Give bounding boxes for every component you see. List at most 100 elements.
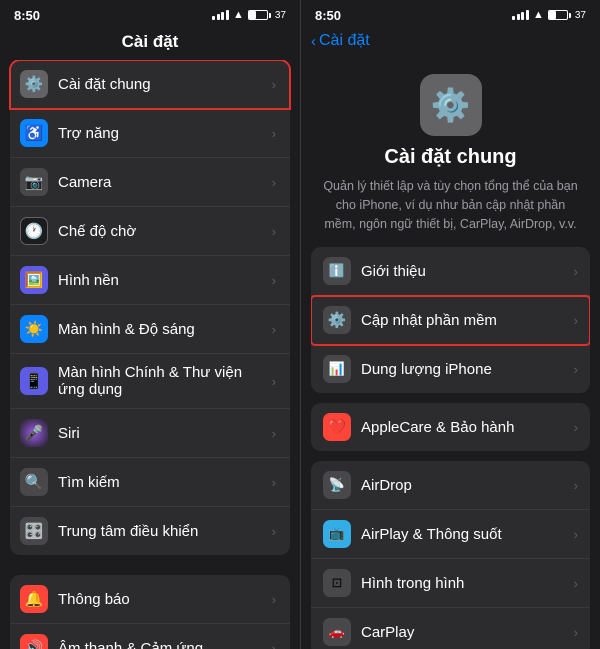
settings-item-wallpaper[interactable]: 🖼️ Hình nền ›: [10, 256, 290, 305]
right-item-about[interactable]: ℹ️ Giới thiệu ›: [311, 247, 590, 296]
standby-icon: 🕐: [20, 217, 48, 245]
right-item-pip[interactable]: ⊡ Hình trong hình ›: [311, 559, 590, 608]
left-battery-pct: 37: [275, 10, 286, 21]
right-battery-icon: [548, 10, 571, 20]
settings-item-controlcenter[interactable]: 🎛️ Trung tâm điều khiển ›: [10, 507, 290, 555]
right-item-storage[interactable]: 📊 Dung lượng iPhone ›: [311, 345, 590, 393]
homescreen-icon: 📱: [20, 367, 48, 395]
settings-item-display[interactable]: ☀️ Màn hình & Độ sáng ›: [10, 305, 290, 354]
right-status-icons: ▲ 37: [512, 9, 586, 21]
general-label: Cài đặt chung: [58, 76, 268, 93]
controlcenter-chevron: ›: [272, 524, 276, 539]
left-section-0: ⚙️ Cài đặt chung › ♿ Trợ năng › 📷 Camera…: [10, 60, 290, 555]
display-label: Màn hình & Độ sáng: [58, 321, 268, 338]
hero-icon: ⚙️: [420, 74, 482, 136]
settings-item-standby[interactable]: 🕐 Chế độ chờ ›: [10, 207, 290, 256]
notifications-chevron: ›: [272, 592, 276, 607]
right-battery-pct: 37: [575, 10, 586, 21]
pip-label: Hình trong hình: [361, 575, 574, 592]
right-panel: 8:50 ▲ 37 ‹ Cài đặt ⚙️ Cài đặt chung Quả…: [300, 0, 600, 649]
accessibility-chevron: ›: [272, 126, 276, 141]
applecare-label: AppleCare & Bảo hành: [361, 419, 574, 436]
signal-icon: [212, 10, 229, 20]
right-item-carplay[interactable]: 🚗 CarPlay ›: [311, 608, 590, 649]
siri-chevron: ›: [272, 426, 276, 441]
standby-label: Chế độ chờ: [58, 223, 268, 240]
carplay-icon: 🚗: [323, 618, 351, 646]
settings-item-search[interactable]: 🔍 Tìm kiếm ›: [10, 458, 290, 507]
left-panel: 8:50 ▲ 37 Cài đặt ⚙️: [0, 0, 300, 649]
wifi-icon: ▲: [233, 9, 244, 21]
right-time: 8:50: [315, 8, 341, 23]
storage-icon: 📊: [323, 355, 351, 383]
search-label: Tìm kiếm: [58, 474, 268, 491]
softwareupdate-label: Cập nhật phần mềm: [361, 312, 574, 329]
battery-icon: [248, 10, 271, 20]
settings-item-notifications[interactable]: 🔔 Thông báo ›: [10, 575, 290, 624]
about-icon: ℹ️: [323, 257, 351, 285]
notifications-icon: 🔔: [20, 585, 48, 613]
about-label: Giới thiệu: [361, 263, 574, 280]
airdrop-icon: 📡: [323, 471, 351, 499]
right-settings-list: ℹ️ Giới thiệu › ⚙️ Cập nhật phần mềm › 📊…: [301, 243, 600, 649]
right-status-bar: 8:50 ▲ 37: [301, 0, 600, 28]
back-button[interactable]: ‹ Cài đặt: [301, 28, 600, 56]
right-group-2: 📡 AirDrop › 📺 AirPlay & Thông suốt › ⊡ H…: [311, 461, 590, 649]
right-wifi-icon: ▲: [533, 9, 544, 21]
left-group-1: 🔔 Thông báo › 🔊 Âm thanh & Cảm ứng › 🌙 T…: [0, 575, 300, 649]
left-title: Cài đặt: [122, 32, 179, 51]
right-group-1: ❤️ AppleCare & Bảo hành ›: [311, 403, 590, 451]
search-icon: 🔍: [20, 468, 48, 496]
settings-item-general[interactable]: ⚙️ Cài đặt chung ›: [10, 60, 290, 109]
softwareupdate-chevron: ›: [574, 313, 578, 328]
general-icon: ⚙️: [20, 70, 48, 98]
back-label: Cài đặt: [319, 32, 370, 50]
wallpaper-icon: 🖼️: [20, 266, 48, 294]
right-signal-icon: [512, 10, 529, 20]
airdrop-chevron: ›: [574, 478, 578, 493]
accessibility-icon: ♿: [20, 119, 48, 147]
pip-icon: ⊡: [323, 569, 351, 597]
storage-label: Dung lượng iPhone: [361, 361, 574, 378]
settings-item-accessibility[interactable]: ♿ Trợ năng ›: [10, 109, 290, 158]
storage-chevron: ›: [574, 362, 578, 377]
general-chevron: ›: [272, 77, 276, 92]
left-time: 8:50: [14, 8, 40, 23]
left-section-1: 🔔 Thông báo › 🔊 Âm thanh & Cảm ứng › 🌙 T…: [10, 575, 290, 649]
settings-item-siri[interactable]: 🎤 Siri ›: [10, 409, 290, 458]
airplay-icon: 📺: [323, 520, 351, 548]
left-settings-list: ⚙️ Cài đặt chung › ♿ Trợ năng › 📷 Camera…: [0, 60, 300, 649]
sound-label: Âm thanh & Cảm ứng: [58, 640, 268, 649]
settings-item-camera[interactable]: 📷 Camera ›: [10, 158, 290, 207]
sound-chevron: ›: [272, 641, 276, 649]
airdrop-label: AirDrop: [361, 477, 574, 494]
right-item-softwareupdate[interactable]: ⚙️ Cập nhật phần mềm ›: [311, 296, 590, 345]
right-item-airplay[interactable]: 📺 AirPlay & Thông suốt ›: [311, 510, 590, 559]
camera-chevron: ›: [272, 175, 276, 190]
camera-label: Camera: [58, 174, 268, 191]
search-chevron: ›: [272, 475, 276, 490]
homescreen-label: Màn hình Chính & Thư viện ứng dụng: [58, 364, 268, 398]
settings-item-sound[interactable]: 🔊 Âm thanh & Cảm ứng ›: [10, 624, 290, 649]
left-status-bar: 8:50 ▲ 37: [0, 0, 300, 28]
left-page-header: Cài đặt: [0, 28, 300, 60]
right-hero: ⚙️ Cài đặt chung Quản lý thiết lập và tù…: [301, 56, 600, 243]
display-icon: ☀️: [20, 315, 48, 343]
right-item-applecare[interactable]: ❤️ AppleCare & Bảo hành ›: [311, 403, 590, 451]
controlcenter-label: Trung tâm điều khiển: [58, 523, 268, 540]
siri-label: Siri: [58, 425, 268, 442]
wallpaper-chevron: ›: [272, 273, 276, 288]
back-chevron-icon: ‹: [311, 33, 316, 50]
siri-icon: 🎤: [20, 419, 48, 447]
hero-title: Cài đặt chung: [384, 146, 516, 169]
about-chevron: ›: [574, 264, 578, 279]
carplay-label: CarPlay: [361, 624, 574, 641]
display-chevron: ›: [272, 322, 276, 337]
airplay-label: AirPlay & Thông suốt: [361, 526, 574, 543]
softwareupdate-icon: ⚙️: [323, 306, 351, 334]
camera-icon: 📷: [20, 168, 48, 196]
pip-chevron: ›: [574, 576, 578, 591]
settings-item-homescreen[interactable]: 📱 Màn hình Chính & Thư viện ứng dụng ›: [10, 354, 290, 409]
carplay-chevron: ›: [574, 625, 578, 640]
right-item-airdrop[interactable]: 📡 AirDrop ›: [311, 461, 590, 510]
